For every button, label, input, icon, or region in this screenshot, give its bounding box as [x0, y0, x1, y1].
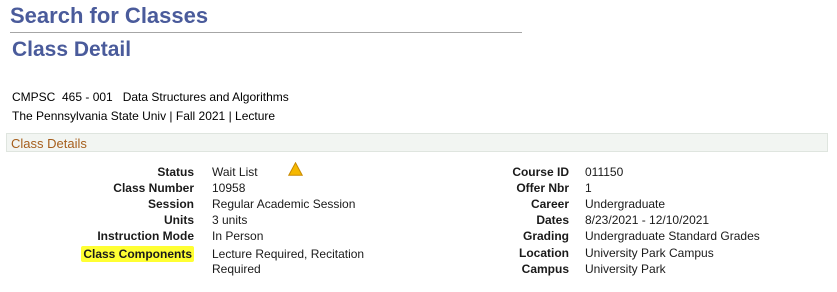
- section-title: Class Details: [11, 136, 87, 151]
- dates-label: Dates: [536, 213, 569, 227]
- grading-value: Undergraduate Standard Grades: [585, 229, 760, 243]
- location-label: Location: [519, 246, 569, 260]
- title-divider: [10, 32, 522, 33]
- campus-value: University Park: [585, 262, 666, 276]
- career-value: Undergraduate: [585, 197, 666, 211]
- campus-row: Campus University Park: [0, 261, 837, 277]
- location-value: University Park Campus: [585, 246, 714, 260]
- dates-value: 8/23/2021 - 12/10/2021: [585, 213, 710, 227]
- course-id-row: Course ID 011150: [0, 164, 837, 180]
- career-label: Career: [530, 197, 569, 211]
- location-row: Location University Park Campus: [0, 245, 837, 261]
- course-id-label: Course ID: [512, 165, 569, 179]
- offer-nbr-row: Offer Nbr 1: [0, 180, 837, 196]
- page-title: Search for Classes: [10, 3, 209, 28]
- campus-label: Campus: [521, 262, 569, 276]
- course-id-value: 011150: [585, 165, 624, 179]
- class-info-line-1: CMPSC 465 - 001 Data Structures and Algo…: [12, 90, 289, 104]
- class-detail-heading: Class Detail: [12, 38, 132, 61]
- class-details-section-header: Class Details: [6, 133, 828, 152]
- offer-nbr-label: Offer Nbr: [516, 181, 569, 195]
- class-info-line-2: The Pennsylvania State Univ | Fall 2021 …: [12, 109, 276, 123]
- offer-nbr-value: 1: [585, 181, 592, 195]
- grading-row: Grading Undergraduate Standard Grades: [0, 228, 837, 244]
- dates-row: Dates 8/23/2021 - 12/10/2021: [0, 212, 837, 228]
- career-row: Career Undergraduate: [0, 196, 837, 212]
- grading-label: Grading: [522, 229, 569, 243]
